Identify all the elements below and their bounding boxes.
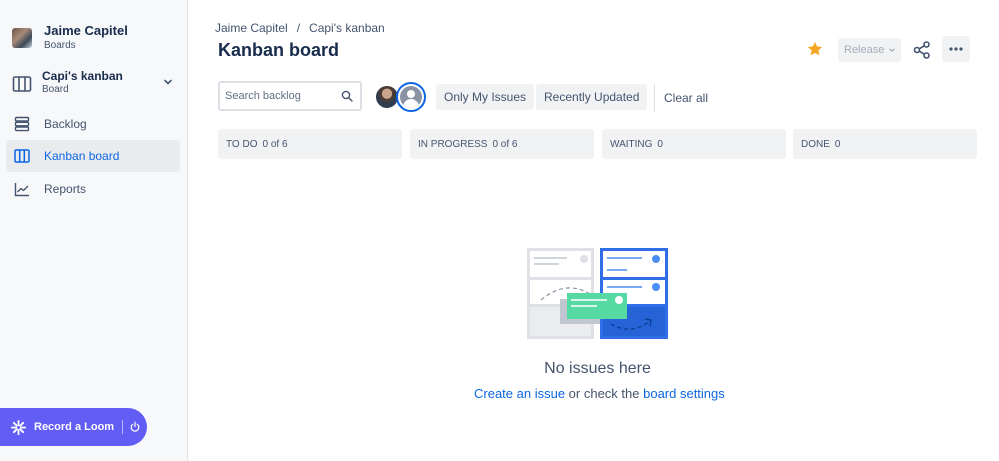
loom-icon [11,419,26,435]
search-icon [341,90,353,102]
divider [122,420,124,434]
sidebar-item-backlog[interactable]: Backlog [6,108,180,140]
project-name: Jaime Capitel [44,23,128,38]
empty-state-text: or check the [565,386,644,401]
project-type: Boards [44,40,76,51]
column-name: TO DO [226,138,258,150]
sidebar-item-label: Backlog [44,117,87,131]
column-count: 0 of 6 [262,138,288,150]
breadcrumb-item-board[interactable]: Capi's kanban [309,21,385,35]
column-count: 0 [657,138,663,150]
person-icon [400,86,422,108]
breadcrumb-item-project[interactable]: Jaime Capitel [215,21,288,35]
breadcrumb: Jaime Capitel / Capi's kanban [215,21,385,35]
sidebar: Jaime Capitel Boards Capi's kanban Board [0,0,188,461]
more-actions-button[interactable] [942,36,970,62]
column-count: 0 of 6 [492,138,518,150]
release-button[interactable]: Release [838,38,901,62]
page-title: Kanban board [218,40,340,60]
unassigned-avatar[interactable] [396,82,426,112]
column-header-in-progress: IN PROGRESS 0 of 6 [410,129,594,159]
column-header-waiting: WAITING 0 [602,129,786,159]
board-selector[interactable]: Capi's kanban Board [12,70,180,100]
sidebar-item-kanban-board[interactable]: Kanban board [6,140,180,172]
project-header[interactable]: Jaime Capitel Boards [12,24,128,52]
backlog-icon [14,116,30,132]
sidebar-item-label: Reports [44,182,87,196]
column-name: DONE [801,138,830,150]
chevron-down-icon [889,48,896,53]
chevron-down-icon[interactable] [162,76,174,88]
breadcrumb-separator: / [296,21,301,35]
release-label: Release [844,44,885,56]
empty-state-message: Create an issue or check the board setti… [474,386,725,401]
empty-state-title: No issues here [544,360,651,377]
column-count: 0 [834,138,841,150]
column-name: WAITING [610,138,653,150]
more-icon [949,47,963,51]
search-input[interactable] [225,90,335,102]
divider [654,84,655,112]
share-icon[interactable] [912,40,932,60]
filter-only-my-issues[interactable]: Only My Issues [436,84,535,110]
create-issue-link[interactable]: Create an issue [474,386,565,401]
board-selector-type: Board [42,84,69,95]
search-field[interactable] [218,81,362,111]
column-header-done: DONE 0 [793,129,977,159]
filter-recently-updated[interactable]: Recently Updated [536,84,648,110]
star-icon[interactable] [806,40,824,58]
sidebar-item-reports[interactable]: Reports [6,173,180,205]
project-avatar [12,28,32,48]
board-selector-name: Capi's kanban [42,69,123,83]
board-settings-link[interactable]: board settings [643,386,725,401]
sidebar-item-label: Kanban board [44,149,120,163]
record-loom-button[interactable]: Record a Loom [0,408,147,446]
app: Jaime Capitel Boards Capi's kanban Board [0,0,999,461]
reports-icon [14,183,29,197]
board-icon [12,76,32,92]
column-header-todo: TO DO 0 of 6 [218,129,402,159]
column-name: IN PROGRESS [418,138,488,150]
board-icon [14,149,30,163]
clear-all-button[interactable]: Clear all [664,91,708,105]
record-loom-label: Record a Loom [34,421,115,433]
power-icon[interactable] [129,421,141,433]
empty-board-illustration [527,248,668,339]
